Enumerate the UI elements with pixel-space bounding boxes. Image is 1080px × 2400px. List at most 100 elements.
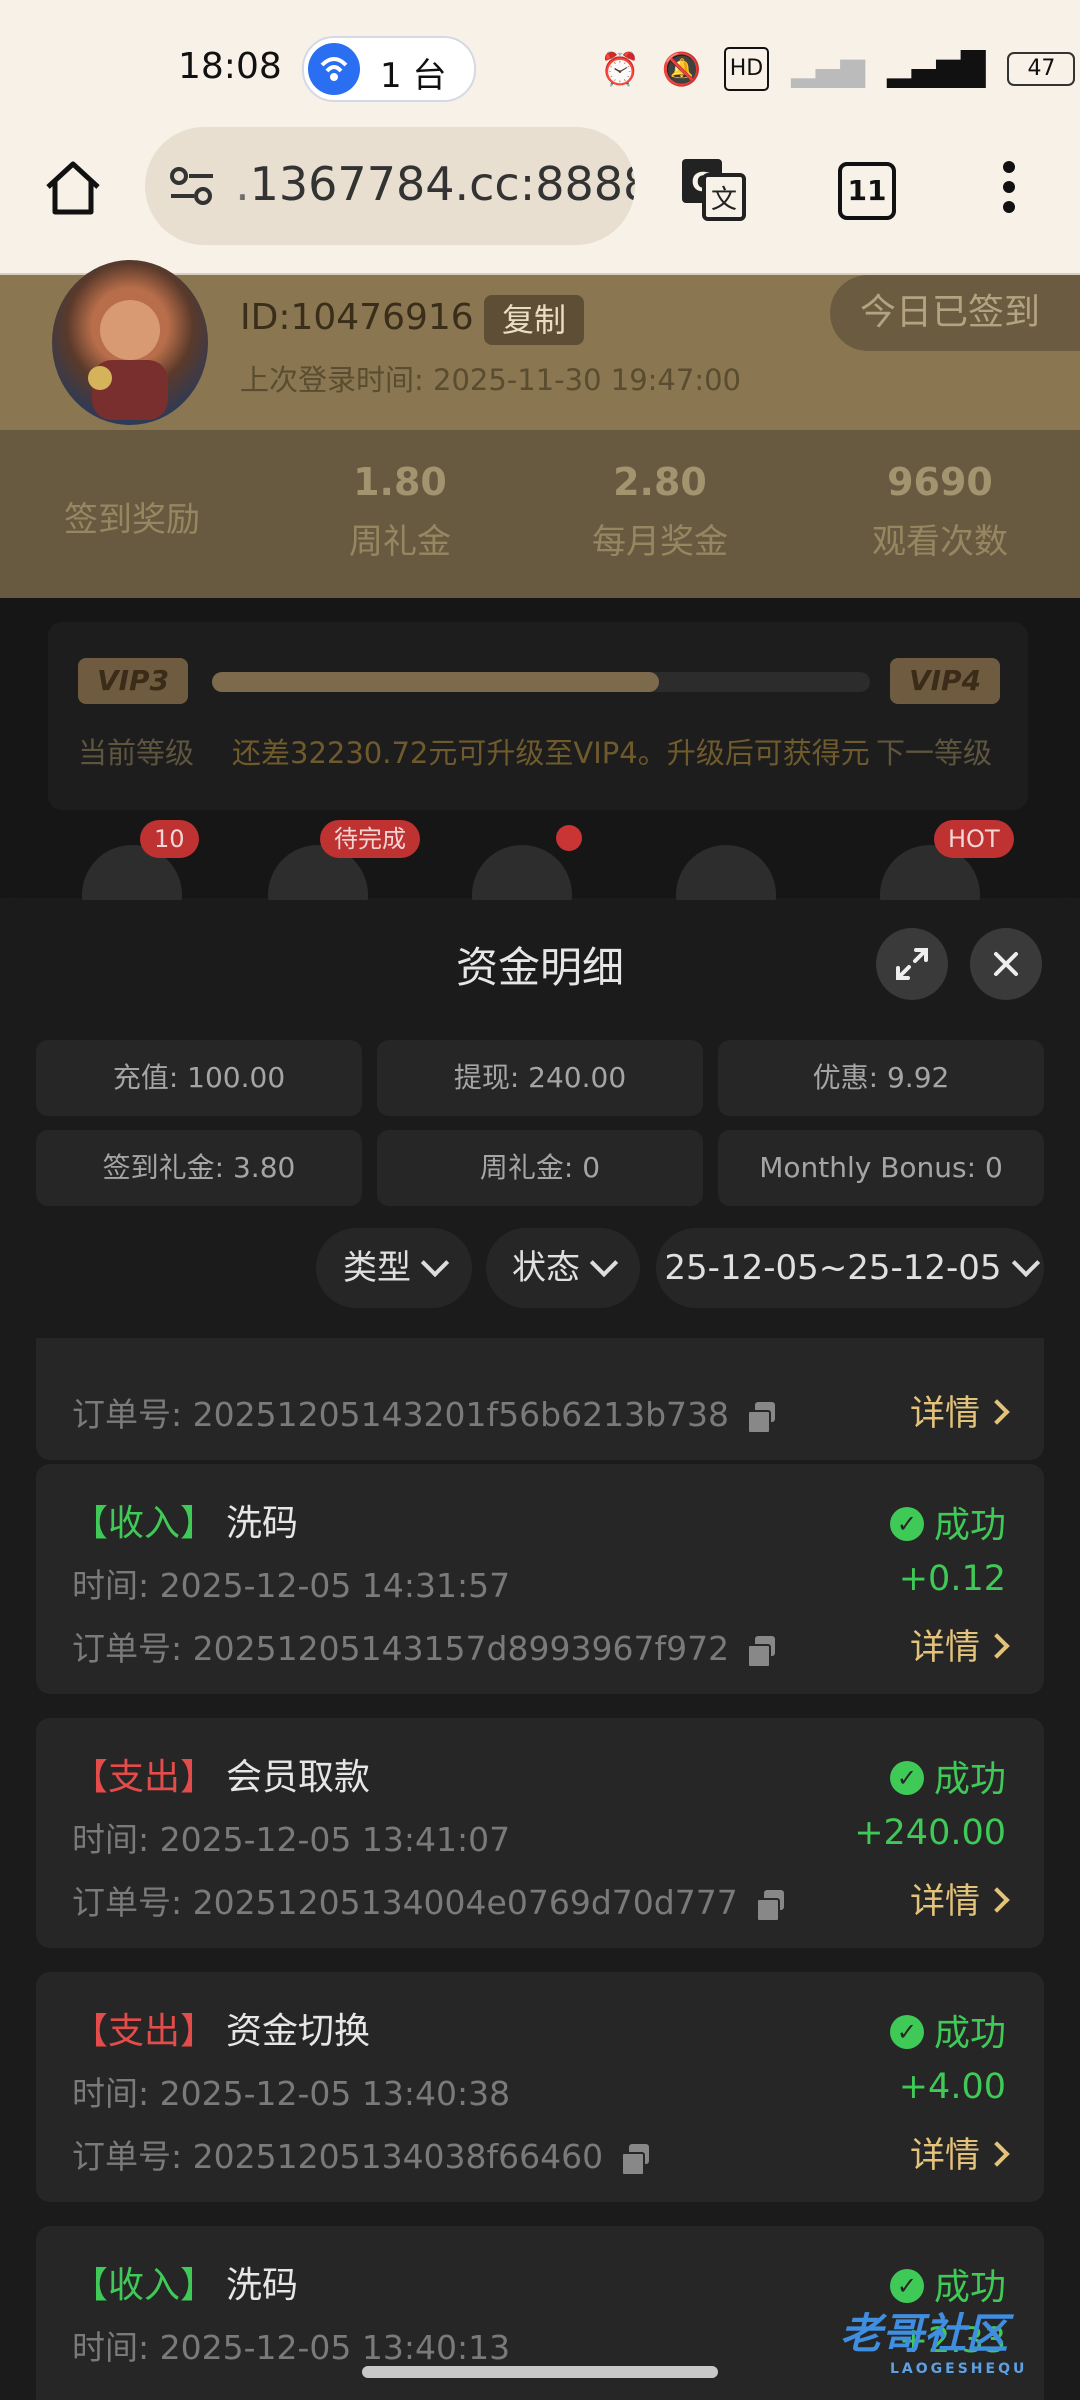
close-button[interactable]	[970, 928, 1042, 1000]
fund-details-modal: 资金明细 充值: 100.00 提现: 240.00 优惠: 9.92 签到礼金…	[0, 900, 1080, 2400]
status-bar: 18:08 1 台 ⏰ 🔕 HD ▂▄▆ ▂▄▆█ 47 ⚡	[0, 0, 1080, 135]
watermark-text: 老哥社区	[840, 2309, 1009, 2358]
status-icons: ⏰ 🔕 HD ▂▄▆ ▂▄▆█ 47 ⚡	[600, 44, 1080, 94]
alarm-icon: ⏰	[600, 50, 640, 88]
status-text: 成功	[933, 1505, 1006, 1546]
record-type: 【收入】 洗码	[72, 2256, 298, 2308]
detail-label: 详情	[909, 1882, 980, 1922]
detail-label: 详情	[909, 1394, 980, 1434]
status-filter-label: 状态	[512, 1248, 580, 1288]
avatar	[52, 260, 208, 425]
vip-progress-fill	[212, 672, 660, 692]
notification-dot	[556, 825, 582, 851]
status-badge: ✓ 成功	[889, 1496, 1006, 1548]
date-filter[interactable]: 25-12-05~25-12-05	[656, 1228, 1044, 1308]
type-tag: 【收入】	[72, 2265, 217, 2306]
chevron-right-icon	[984, 1633, 1010, 1659]
current-level-label: 当前等级	[78, 736, 195, 770]
stat-views: 9690 观看次数	[830, 460, 1050, 563]
order-text: 订单号: 20251205134004e0769d70d777	[72, 1883, 738, 1922]
transaction-list[interactable]: 订单号: 20251205143201f56b6213b738 详情 【收入】洗…	[0, 1338, 1080, 2400]
chevron-right-icon	[984, 1399, 1010, 1425]
vip-progress-bar	[212, 672, 870, 692]
hd-icon: HD	[723, 47, 770, 91]
detail-label: 详情	[909, 1628, 980, 1668]
record-amount: +240.00	[854, 1813, 1006, 1853]
record-type: 【支出】 会员取款	[72, 1748, 370, 1800]
order-number: 订单号: 20251205143201f56b6213b738	[72, 1388, 777, 1436]
detail-link[interactable]: 详情	[909, 1385, 1010, 1436]
record-type: 【支出】 资金切换	[72, 2002, 370, 2054]
summary-monthly-bonus: Monthly Bonus: 0	[718, 1130, 1044, 1206]
detail-link[interactable]: 详情	[909, 1873, 1010, 1924]
list-item[interactable]: 订单号: 20251205143201f56b6213b738 详情	[36, 1338, 1044, 1460]
expand-button[interactable]	[876, 928, 948, 1000]
home-button[interactable]	[40, 155, 106, 221]
summary-weekly-gift: 周礼金: 0	[377, 1130, 703, 1206]
profile-header: ID:10476916 复制 上次登录时间: 2025-11-30 19:47:…	[0, 260, 1080, 430]
watermark-logo: 老哥社区 LAOGESHEQU	[840, 2300, 1027, 2377]
summary-deposit: 充值: 100.00	[36, 1040, 362, 1116]
record-time: 时间: 2025-12-05 13:40:38	[72, 2074, 511, 2113]
list-item[interactable]: 【收入】 洗码 时间: 2025-12-05 14:31:57 订单号: 2025…	[36, 1464, 1044, 1694]
list-item[interactable]: 【支出】 资金切换 时间: 2025-12-05 13:40:38 订单号: 20…	[36, 1972, 1044, 2202]
address-bar[interactable]: .1367784.cc:8888	[145, 127, 635, 245]
vip-progress-card: VIP3 VIP4 当前等级 还差32230.72元可升级至VIP4。升级后可获…	[48, 622, 1028, 810]
detail-label: 详情	[909, 2136, 980, 2176]
chevron-down-icon	[589, 1248, 619, 1278]
order-number: 订单号: 20251205134004e0769d70d777	[72, 1876, 786, 1924]
expand-icon	[896, 948, 928, 980]
last-login-time: 上次登录时间: 2025-11-30 19:47:00	[240, 363, 741, 397]
tabs-button[interactable]: 11	[838, 162, 896, 220]
detail-link[interactable]: 详情	[909, 2127, 1010, 2178]
status-text: 成功	[933, 2013, 1006, 2054]
record-amount: +0.12	[898, 1559, 1006, 1599]
signed-in-button[interactable]: 今日已签到	[830, 275, 1080, 351]
next-level-label: 下一等级	[876, 736, 993, 770]
watermark-subtext: LAOGESHEQU	[890, 2361, 1028, 2377]
type-filter-label: 类型	[343, 1248, 411, 1288]
copy-icon[interactable]	[621, 2143, 651, 2176]
copy-id-button[interactable]: 复制	[484, 295, 584, 345]
copy-icon[interactable]	[755, 1889, 786, 1922]
translate-icon[interactable]: G 文	[678, 153, 748, 223]
badge-count: 10	[140, 820, 199, 858]
badge-pending: 待完成	[320, 820, 420, 858]
close-icon	[994, 952, 1018, 976]
order-text: 订单号: 20251205134038f66460	[72, 2137, 604, 2176]
order-text: 订单号: 20251205143157d8993967f972	[72, 1629, 730, 1668]
detail-link[interactable]: 详情	[909, 1619, 1010, 1670]
order-text: 订单号: 20251205143201f56b6213b738	[72, 1395, 730, 1434]
more-menu-icon[interactable]	[994, 155, 1024, 225]
5g-signal-icon: ▂▄▆█	[887, 50, 986, 88]
browser-toolbar: .1367784.cc:8888 G 文 11	[0, 127, 1080, 275]
hotspot-icon	[308, 43, 360, 95]
vip-upgrade-message: 还差32230.72元可升级至VIP4。升级后可获得元	[232, 736, 870, 770]
stat-weekly-gift: 1.80 周礼金	[290, 460, 510, 563]
status-filter[interactable]: 状态	[486, 1228, 640, 1308]
record-name: 资金切换	[226, 2011, 371, 2052]
list-item[interactable]: 【支出】 会员取款 时间: 2025-12-05 13:41:07 订单号: 20…	[36, 1718, 1044, 1948]
hotspot-count: 1 台	[380, 56, 447, 96]
hotspot-pill[interactable]: 1 台	[302, 36, 476, 102]
copy-icon[interactable]	[747, 1401, 777, 1434]
check-circle-icon: ✓	[889, 1761, 924, 1795]
gesture-bar[interactable]	[362, 2366, 718, 2378]
record-type: 【收入】 洗码	[72, 1494, 298, 1546]
quick-actions: 10 待完成 HOT	[0, 820, 1080, 945]
current-vip-badge: VIP3	[78, 658, 188, 704]
copy-icon[interactable]	[747, 1635, 777, 1668]
check-circle-icon: ✓	[889, 1507, 924, 1541]
record-name: 洗码	[226, 2265, 299, 2306]
status-text: 成功	[933, 1759, 1006, 1800]
summary-signin-gift: 签到礼金: 3.80	[36, 1130, 362, 1206]
order-number: 订单号: 20251205134038f66460	[72, 2130, 651, 2178]
summary-withdraw: 提现: 240.00	[377, 1040, 703, 1116]
record-name: 洗码	[226, 1503, 299, 1544]
signal-icon: ▂▄▆	[791, 50, 865, 88]
site-settings-icon[interactable]	[167, 161, 217, 211]
type-filter[interactable]: 类型	[316, 1228, 472, 1308]
stat-label: 观看次数	[872, 522, 1008, 562]
chevron-right-icon	[984, 2141, 1010, 2167]
stat-label: 每月奖金	[592, 522, 728, 562]
